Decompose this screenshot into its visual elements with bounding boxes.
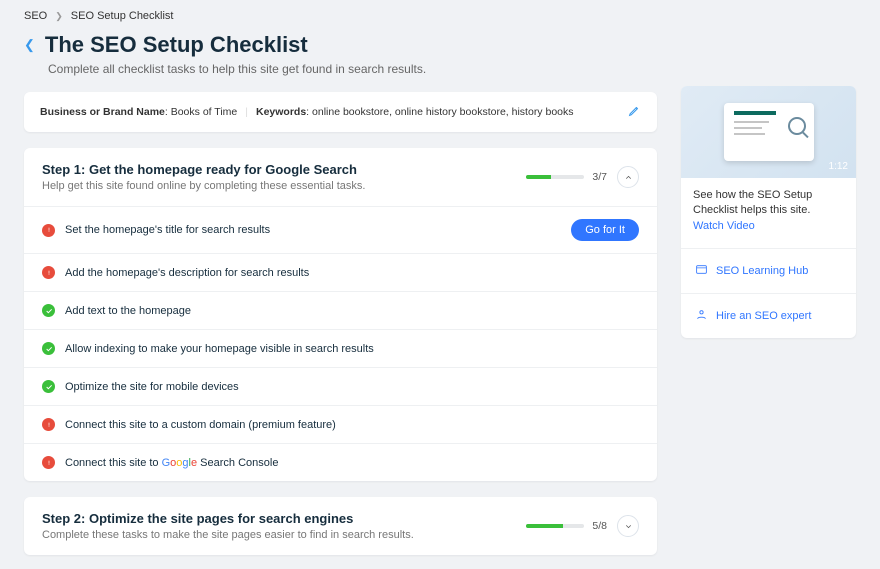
status-icon	[42, 266, 55, 279]
task-row[interactable]: Set the homepage's title for search resu…	[24, 206, 657, 253]
magnifier-icon	[788, 117, 806, 135]
task-label: Allow indexing to make your homepage vis…	[65, 343, 639, 355]
status-icon	[42, 418, 55, 431]
task-label: Optimize the site for mobile devices	[65, 381, 639, 393]
task-row[interactable]: Add text to the homepage	[24, 291, 657, 329]
page-subtitle: Complete all checklist tasks to help thi…	[48, 62, 657, 76]
expert-icon	[695, 308, 708, 324]
breadcrumb-root[interactable]: SEO	[24, 10, 47, 22]
task-row[interactable]: Connect this site to Google Search Conso…	[24, 443, 657, 481]
task-label: Add the homepage's description for searc…	[65, 267, 639, 279]
task-label: Add text to the homepage	[65, 305, 639, 317]
breadcrumb-current: SEO Setup Checklist	[71, 10, 174, 22]
edit-meta-button[interactable]	[628, 104, 641, 120]
progress: 5/8	[526, 520, 607, 532]
sidebar-link[interactable]: Hire an SEO expert	[681, 293, 856, 338]
step-title: Step 2: Optimize the site pages for sear…	[42, 511, 526, 526]
breadcrumb: SEO ❯ SEO Setup Checklist	[24, 10, 657, 22]
step-desc: Help get this site found online by compl…	[42, 180, 526, 192]
toggle-step-button[interactable]	[617, 166, 639, 188]
step-card: Step 1: Get the homepage ready for Googl…	[24, 148, 657, 481]
sidebar-card: 1:12 See how the SEO Setup Checklist hel…	[681, 86, 856, 338]
step-card: Step 2: Optimize the site pages for sear…	[24, 497, 657, 555]
task-row[interactable]: Add the homepage's description for searc…	[24, 253, 657, 291]
task-row[interactable]: Connect this site to a custom domain (pr…	[24, 405, 657, 443]
status-icon	[42, 224, 55, 237]
toggle-step-button[interactable]	[617, 515, 639, 537]
task-label: Set the homepage's title for search resu…	[65, 224, 561, 236]
step-desc: Complete these tasks to make the site pa…	[42, 529, 526, 541]
task-label: Connect this site to a custom domain (pr…	[65, 419, 639, 431]
sidebar-link[interactable]: SEO Learning Hub	[681, 248, 856, 293]
progress: 3/7	[526, 171, 607, 183]
go-for-it-button[interactable]: Go for It	[571, 219, 639, 241]
chevron-right-icon: ❯	[55, 11, 63, 22]
page-title: The SEO Setup Checklist	[45, 32, 308, 58]
status-icon	[42, 304, 55, 317]
task-row[interactable]: Allow indexing to make your homepage vis…	[24, 329, 657, 367]
meta-card: Business or Brand Name: Books of Time | …	[24, 92, 657, 132]
hub-icon	[695, 263, 708, 279]
video-duration: 1:12	[829, 161, 848, 172]
status-icon	[42, 456, 55, 469]
task-row[interactable]: Optimize the site for mobile devices	[24, 367, 657, 405]
back-button[interactable]: ❮	[24, 37, 35, 53]
status-icon	[42, 342, 55, 355]
watch-video-link[interactable]: Watch Video	[693, 220, 755, 232]
video-thumbnail[interactable]: 1:12	[681, 86, 856, 178]
status-icon	[42, 380, 55, 393]
task-label: Connect this site to Google Search Conso…	[65, 457, 639, 469]
step-title: Step 1: Get the homepage ready for Googl…	[42, 162, 526, 177]
